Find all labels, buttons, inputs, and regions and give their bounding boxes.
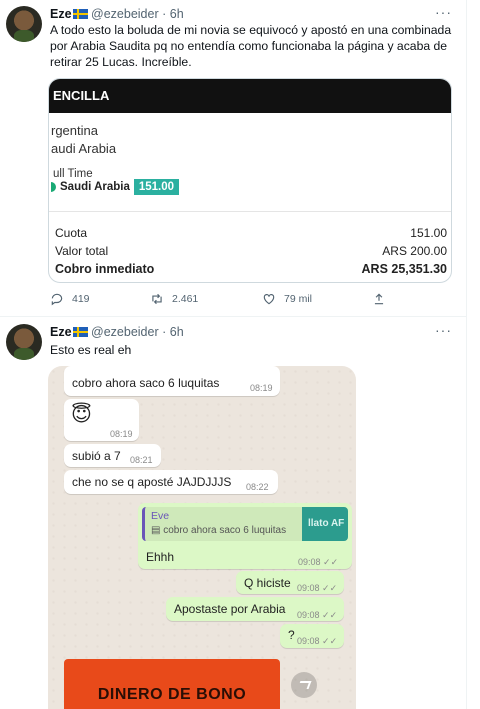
tweet-header: Eze @ezebeider · 6h [50, 7, 184, 21]
message-text: Q hiciste [244, 576, 291, 590]
row-label: Cobro inmediato [55, 262, 155, 276]
reply-icon [51, 293, 63, 306]
message-time: 09:08 ✓✓ [298, 557, 339, 567]
retweet-count: 2.461 [172, 293, 199, 305]
selection-dot-icon [51, 182, 56, 192]
selection-team: Saudi Arabia [60, 181, 130, 193]
selection-odds: 151.00 [133, 179, 180, 195]
row-label: Cuota [55, 226, 88, 240]
message-time: 08:21 [130, 455, 153, 465]
bonus-image-message[interactable]: DINERO DE BONO [64, 659, 280, 709]
odds-row: Cuota 151.00 [55, 226, 447, 240]
team-away: audi Arabia [51, 141, 117, 156]
share-icon [374, 293, 384, 305]
like-button[interactable]: 79 mil [262, 292, 312, 306]
chat-reply-out: Eve ▤ cobro ahora saco 6 luquitas llato … [138, 503, 352, 569]
chat-message-in: cobro ahora saco 6 luquitas 08:19 [64, 366, 280, 396]
message-time: 09:08 ✓✓ [297, 636, 338, 646]
like-count: 79 mil [284, 293, 313, 305]
chat-message-out: ? 09:08 ✓✓ [280, 624, 344, 648]
row-value: ARS 200.00 [382, 244, 447, 258]
tweet-text: A todo esto la boluda de mi novia se equ… [50, 23, 452, 69]
tweet-time[interactable]: · 6h [162, 325, 184, 339]
message-text: che no se q aposté JAJDJJJS [72, 475, 232, 489]
author-handle[interactable]: @ezebeider [91, 7, 159, 21]
sweden-flag-icon [72, 327, 88, 337]
message-text: Ehhh [146, 550, 175, 564]
heart-icon [263, 294, 275, 305]
row-value: ARS 25,351.30 [361, 262, 447, 276]
sweden-flag-icon [72, 9, 88, 19]
message-time: 09:08 ✓✓ [297, 610, 338, 620]
bet-slip-image[interactable]: ENCILLA rgentina audi Arabia ull Time Sa… [48, 78, 452, 283]
avatar[interactable] [6, 324, 42, 360]
author-name[interactable]: Eze [50, 7, 72, 21]
chat-message-in: subió a 7 08:21 [64, 444, 161, 467]
more-options-icon[interactable]: ··· [435, 4, 452, 20]
tweet-text: Esto es real eh [50, 343, 132, 357]
row-label: Valor total [55, 244, 109, 258]
message-text: subió a 7 [72, 449, 121, 463]
bet-slip-header: ENCILLA [49, 79, 451, 113]
message-time: 08:19 [250, 383, 273, 393]
message-text: ? [288, 628, 295, 642]
share-button[interactable] [372, 292, 386, 306]
chat-screenshot-image[interactable]: cobro ahora saco 6 luquitas 08:19 😇 08:1… [48, 366, 356, 709]
quote-text: ▤ cobro ahora saco 6 luquitas [151, 525, 287, 536]
message-time: 08:19 [110, 429, 133, 439]
reply-count: 419 [72, 293, 90, 305]
author-handle[interactable]: @ezebeider [91, 325, 159, 339]
selection: Saudi Arabia 151.00 [51, 179, 180, 195]
chat-message-out: Apostaste por Arabia 09:08 ✓✓ [166, 597, 344, 621]
forward-icon[interactable] [291, 672, 317, 698]
team-home: rgentina [51, 123, 98, 138]
message-time: 08:22 [246, 482, 269, 492]
reply-button[interactable]: 419 [50, 292, 90, 306]
message-text: Apostaste por Arabia [174, 602, 286, 616]
quote-thumbnail: llato AF [302, 507, 348, 541]
message-time: 09:08 ✓✓ [297, 583, 338, 593]
tweet-header: Eze @ezebeider · 6h [50, 325, 184, 339]
chat-message-in: che no se q aposté JAJDJJJS 08:22 [64, 470, 278, 494]
total-row: Valor total ARS 200.00 [55, 244, 447, 258]
tweet-actions: 419 2.461 79 mil [50, 290, 454, 308]
chat-message-out: Q hiciste 09:08 ✓✓ [236, 571, 344, 594]
tweet-time[interactable]: · 6h [162, 7, 184, 21]
more-options-icon[interactable]: ··· [435, 322, 452, 338]
message-text: cobro ahora saco 6 luquitas [72, 376, 220, 390]
chat-message-in: 😇 08:19 [64, 399, 139, 441]
row-value: 151.00 [410, 226, 447, 240]
avatar[interactable] [6, 6, 42, 42]
retweet-button[interactable]: 2.461 [150, 292, 198, 306]
tweet-1[interactable]: Eze @ezebeider · 6h ··· A todo esto la b… [0, 0, 466, 316]
timeline-border [466, 0, 467, 709]
retweet-icon [152, 293, 162, 305]
quoted-message[interactable]: Eve ▤ cobro ahora saco 6 luquitas llato … [142, 507, 348, 541]
bonus-image-label: DINERO DE BONO [97, 686, 247, 703]
payout-row: Cobro inmediato ARS 25,351.30 [55, 262, 447, 276]
halo-emoji-icon: 😇 [71, 404, 92, 426]
quote-author: Eve [151, 510, 170, 522]
author-name[interactable]: Eze [50, 325, 72, 339]
divider [49, 211, 451, 212]
